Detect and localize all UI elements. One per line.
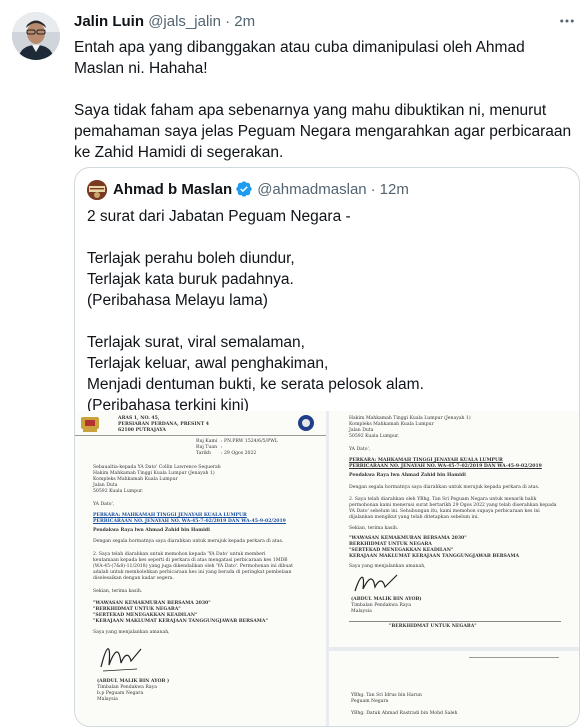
- recipient-line: Kompleks Mahkamah Kuala Lumpur: [349, 422, 434, 427]
- quoted-line: (Peribahasa Melayu lama): [87, 292, 268, 309]
- signature: [97, 639, 157, 680]
- tweet[interactable]: Jalin Luin @jals_jalin · 2m Entah apa ya…: [0, 0, 587, 727]
- separator: ·: [370, 180, 376, 198]
- signatory-line: b.p Peguam Negara: [97, 691, 144, 696]
- quoted-line: 2 surat dari Jabatan Peguam Negara -: [87, 208, 351, 225]
- case-line: Pendakwa Raya lwn Ahmad Zahid bin Hamidi: [349, 473, 466, 478]
- paragraph-line: Dengan segala hormatnya saya diarahkan u…: [93, 539, 284, 544]
- paragraph-line: (WA-45-(7&8)-11/2018) yang juga dikendal…: [93, 564, 293, 569]
- ref-label: Ruj Tuan: [196, 445, 218, 450]
- recipient-line: Jalan Duta: [93, 483, 118, 488]
- quoted-line: Terlajak kata buruk padahnya.: [87, 271, 294, 288]
- paragraph-line: diselesaikan dengan kadar segera.: [93, 576, 174, 581]
- address-line: PERSIARAN PERDANA, PRESINT 4: [118, 422, 209, 427]
- quoted-text: 2 surat dari Jabatan Peguam Negara - Ter…: [87, 206, 567, 437]
- paragraph-line: adalah untuk membolehkan perbicaraan kes…: [93, 570, 292, 575]
- ref-label: Ruj Kami: [196, 439, 218, 444]
- quoted-author-name[interactable]: Ahmad b Maslan: [113, 181, 232, 198]
- thanks-line: Sekian, terima kasih.: [349, 526, 399, 531]
- paragraph-line: Dengan segala hormatnya saya diarahkan u…: [349, 485, 540, 490]
- author-name[interactable]: Jalin Luin: [74, 13, 144, 30]
- footer-line: "BERKHIDMAT UNTUK NEGARA": [389, 624, 477, 629]
- quoted-line: Menjadi dentuman bukti, ke serata peloso…: [87, 376, 424, 393]
- quoted-author-handle[interactable]: @ahmadmaslan: [257, 181, 366, 198]
- signatory-line: Timbalan Pendakwa Raya: [97, 685, 157, 690]
- ref-label: Tarikh: [196, 451, 211, 456]
- author-handle[interactable]: @jals_jalin: [148, 13, 221, 30]
- quoted-line: Terlajak surat, viral semalaman,: [87, 334, 305, 351]
- signatory-line: Timbalan Pendakwa Raya: [351, 603, 411, 608]
- quoted-avatar[interactable]: [87, 180, 107, 200]
- address-line: 62100 PUTRAJAYA: [118, 428, 166, 433]
- quoted-line: Terlajak perahu boleh diundur,: [87, 250, 295, 267]
- letter-line: Peguam Negara: [351, 699, 389, 704]
- signatory-line: Malaysia: [97, 697, 118, 702]
- recipient-line: Hakim Mahkamah Tinggi Kuala Lumpur (Jena…: [349, 416, 471, 421]
- paragraph-line: YA Dato' sebelum ini. Sehubungan itu, ka…: [349, 509, 540, 514]
- quoted-paragraph: Terlajak surat, viral semalaman, Terlaja…: [87, 332, 567, 416]
- paragraph-line: 2. Saya telah diarahkan oleh YBhg. Tan S…: [349, 497, 537, 502]
- quoted-paragraph: Terlajak perahu boleh diundur, Terlajak …: [87, 248, 567, 311]
- letter-image-1[interactable]: ARAS 1, NO. 45, PERSIARAN PERDANA, PRESI…: [75, 411, 326, 726]
- slogan-line: "WAWASAN KEMAKMURAN BERSAMA 2030": [93, 601, 211, 606]
- subject-line: PERBICARAAN NO. JENAYAH NO. WA-45-7-02/2…: [93, 519, 286, 524]
- address-line: ARAS 1, NO. 45,: [118, 416, 160, 421]
- paragraph-line: keutamaan kepada kes seperti di perkara …: [93, 558, 288, 563]
- recipient-line: Kompleks Mahkamah Kuala Lumpur: [93, 477, 178, 482]
- closing-line: Saya yang menjalankan amanah,: [93, 630, 170, 635]
- tweet-header: Jalin Luin @jals_jalin · 2m: [74, 13, 255, 30]
- signatory-line: (ABDUL MALIK BIN AYOB ): [97, 679, 170, 684]
- slogan-line: "SERTEKAD MENEGAKKAN KEADILAN": [93, 613, 198, 618]
- slogan-line: "WAWASAN KEMAKMURAN BERSAMA 2030": [349, 536, 467, 541]
- quoted-tweet[interactable]: Ahmad b Maslan @ahmadmaslan · 12m 2 sura…: [74, 167, 580, 727]
- subject-line: PERKARA: MAHKAMAH TINGGI JENAYAH KUALA L…: [93, 513, 247, 518]
- recipient-line: Hakim Mahkamah Tinggi Kuala Lumpur (Jena…: [93, 471, 215, 476]
- verified-badge-icon: [235, 180, 253, 198]
- salutation: YA Dato',: [93, 502, 115, 507]
- letter-image-3[interactable]: YBhg. Tan Sri Idrus bin Harun Peguam Neg…: [329, 651, 579, 726]
- ref-value: : PN.PRW 1524/6/5/PWL: [221, 439, 278, 444]
- subject-line: PERBICARAAN NO. JENAYAH NO. WA-45-7-02/2…: [349, 464, 542, 469]
- paragraph-line: 2. Saya telah diarahkan untuk memohon ke…: [93, 552, 266, 557]
- salutation: YA Dato',: [349, 447, 371, 452]
- quoted-time[interactable]: 12m: [380, 181, 409, 198]
- quoted-paragraph: 2 surat dari Jabatan Peguam Negara -: [87, 206, 567, 227]
- letter-image-2[interactable]: Hakim Mahkamah Tinggi Kuala Lumpur (Jena…: [329, 411, 579, 647]
- paragraph-line: dijalankan mengikut yang telah ditetapka…: [349, 515, 479, 520]
- thanks-line: Sekian, terima kasih.: [93, 589, 143, 594]
- tweet-text: Entah apa yang dibanggakan atau cuba dim…: [74, 37, 574, 184]
- slogan-line: BERKHIDMAT UNTUK NEGARA: [349, 542, 432, 547]
- recipient-line: Sebaualtia-kepada YA Dato' Collin Lawren…: [93, 465, 221, 470]
- subject-line: PERKARA: MAHKAMAH TINGGI JENAYAH KUALA L…: [349, 458, 503, 463]
- case-line: Pendakwa Raya lwn Ahmad Zahid bin Hamidi: [93, 528, 210, 533]
- tweet-paragraph: Entah apa yang dibanggakan atau cuba dim…: [74, 39, 525, 77]
- avatar[interactable]: [12, 12, 60, 60]
- recipient-line: Jalan Duta: [349, 428, 374, 433]
- slogan-line: "SERTEKAD MENEGAKKAN KEADILAN": [349, 548, 454, 553]
- recipient-line: 50592 Kuala Lumpur.: [349, 434, 400, 439]
- separator: ·: [225, 13, 231, 30]
- letter-line: YBhg. Datuk Ahmad Rastradi bin Mohd Sale…: [351, 711, 458, 716]
- agc-logo-icon: [297, 414, 315, 437]
- slogan-line: KERAJAAN MAKLUMAT KERAJAAN TANGGUNGJAWAB…: [349, 554, 520, 559]
- slogan-line: "BERKHIDMAT UNTUK NEGARA": [93, 607, 181, 612]
- letter-line: YBhg. Tan Sri Idrus bin Harun: [351, 693, 422, 698]
- tweet-paragraph: Saya tidak faham apa sebenarnya yang mah…: [74, 102, 572, 161]
- signatory-line: Malaysia: [351, 609, 372, 614]
- recipient-line: 50592 Kuala Lumpur.: [93, 489, 144, 494]
- quoted-line: Terlajak keluar, awal penghakiman,: [87, 355, 329, 372]
- slogan-line: "KERAJAAN MAKLUMAT KERAJAAN TANGGUNGJAWA…: [93, 619, 268, 624]
- more-options-icon[interactable]: [556, 10, 578, 32]
- ref-value: :: [221, 445, 223, 450]
- tweet-time[interactable]: 2m: [234, 13, 255, 30]
- ref-value: : 29 Ogos 2022: [221, 451, 257, 456]
- paragraph-line: permohonan kami menerusi surat bertarikh…: [349, 503, 557, 508]
- signatory-line: (ABDUL MALIK BIN AYOB): [351, 597, 422, 602]
- media-grid: ARAS 1, NO. 45, PERSIARAN PERDANA, PRESI…: [75, 411, 579, 726]
- quoted-header: Ahmad b Maslan @ahmadmaslan · 12m: [113, 180, 409, 198]
